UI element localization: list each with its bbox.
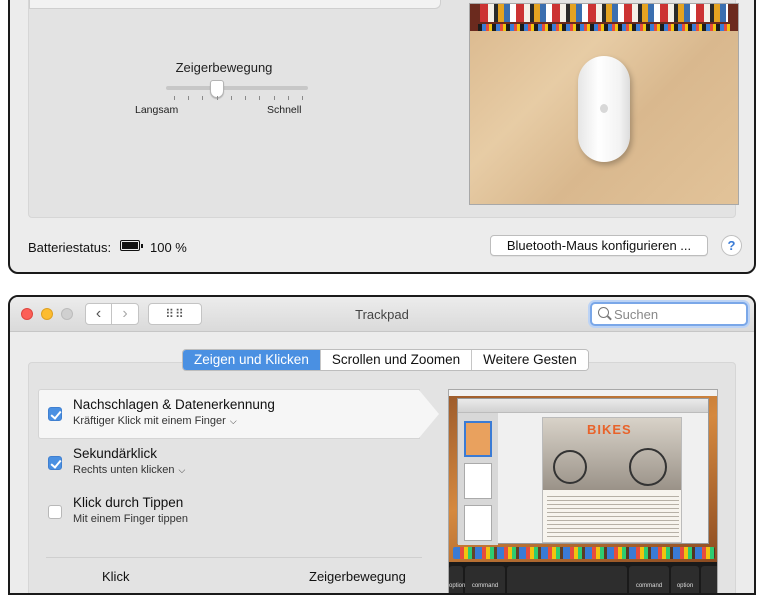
key-arrow <box>701 566 717 593</box>
dock-graphic <box>478 24 730 31</box>
option-title: Nachschlagen & Datenerkennung <box>73 397 275 412</box>
preview-thumbnail <box>464 463 492 499</box>
preview-document-title: BIKES <box>587 422 632 437</box>
pointer-speed-slider[interactable] <box>166 80 308 98</box>
tab-bar: Zeigen und Klicken Scrollen und Zoomen W… <box>182 349 589 371</box>
option-title: Klick durch Tippen <box>73 495 184 510</box>
tab-scroll-and-zoom[interactable]: Scrollen und Zoomen <box>319 350 472 370</box>
trackpad-preferences-window: ‹ › ⠿⠿ Trackpad Zeigen und Klicken Scrol… <box>8 295 756 595</box>
slider-tick <box>302 96 303 100</box>
bluetooth-mouse-setup-button[interactable]: Bluetooth-Maus konfigurieren ... <box>490 235 708 256</box>
gesture-preview-image: BIKES option command command option <box>448 389 718 593</box>
option-subtitle: Mit einem Finger tippen <box>73 513 188 525</box>
bicycle-wheel-graphic <box>629 448 667 486</box>
mouse-preview-image <box>469 3 739 205</box>
apple-logo-icon <box>600 104 608 113</box>
help-button[interactable]: ? <box>721 235 742 256</box>
option-bubble <box>29 0 441 9</box>
books-graphic <box>480 4 728 22</box>
option-subtitle-menu[interactable]: Rechts unten klicken ⌵ <box>73 464 185 476</box>
preview-thumbnail <box>464 505 492 541</box>
mouse-settings-panel: Zeigerbewegung Langsam Schnell <box>28 0 739 218</box>
preview-app-window-graphic: BIKES <box>457 398 709 545</box>
search-field[interactable] <box>590 302 748 326</box>
tap-to-click-checkbox[interactable] <box>48 505 62 519</box>
preview-text-columns <box>547 496 679 540</box>
desk-shelf-graphic <box>470 4 738 31</box>
key-left-option: option <box>449 566 465 593</box>
option-tap-to-click[interactable]: Klick durch Tippen Mit einem Finger tipp… <box>48 495 418 535</box>
slider-tick <box>273 96 275 100</box>
slider-tick <box>188 96 190 100</box>
magic-mouse-graphic <box>578 56 630 162</box>
slider-tick <box>202 96 204 100</box>
key-left-command: command <box>465 566 505 593</box>
bicycle-wheel-graphic <box>553 450 587 484</box>
tab-point-and-click[interactable]: Zeigen und Klicken <box>183 350 320 370</box>
chevron-down-icon: ⌵ <box>229 416 237 426</box>
slider-tick <box>174 96 175 100</box>
battery-icon <box>120 240 143 251</box>
slider-tick <box>287 96 289 100</box>
lookup-checkbox[interactable] <box>48 407 62 421</box>
search-input[interactable] <box>614 305 742 323</box>
slider-tick <box>245 96 247 100</box>
preview-menubar-graphic <box>449 390 717 396</box>
preview-sidebar-graphic <box>458 413 498 545</box>
battery-status-value: 100 % <box>150 240 187 255</box>
search-icon <box>598 307 609 318</box>
pointer-speed-max-label: Schnell <box>267 104 302 116</box>
title-bar: ‹ › ⠿⠿ Trackpad <box>10 297 754 332</box>
option-subtitle-menu[interactable]: Kräftiger Klick mit einem Finger ⌵ <box>73 415 237 427</box>
key-right-command: command <box>629 566 669 593</box>
secondary-click-checkbox[interactable] <box>48 456 62 470</box>
option-subtitle: Kräftiger Klick mit einem Finger <box>73 415 226 427</box>
key-space <box>507 566 627 593</box>
section-divider <box>46 557 422 558</box>
slider-tick <box>230 96 232 100</box>
pointer-speed-min-label: Langsam <box>135 104 179 116</box>
slider-tick <box>259 96 261 100</box>
option-title: Sekundärklick <box>73 446 158 461</box>
slider-tick <box>216 96 218 100</box>
pointer-speed-ticks <box>174 96 303 100</box>
preview-toolbar-graphic <box>458 399 708 413</box>
tracking-speed-label: Zeigerbewegung <box>309 569 406 584</box>
battery-status-label: Batteriestatus: <box>28 240 112 255</box>
chevron-down-icon: ⌵ <box>178 465 186 475</box>
preview-document-page: BIKES <box>542 417 682 543</box>
key-right-option: option <box>671 566 699 593</box>
click-pressure-label: Klick <box>102 569 130 584</box>
option-secondary-click[interactable]: Sekundärklick Rechts unten klicken ⌵ <box>48 446 418 486</box>
mouse-preferences-window: Zeigerbewegung Langsam Schnell Batteries… <box>8 0 756 274</box>
preview-hero-photo: BIKES <box>543 418 681 490</box>
option-lookup-data-detectors[interactable]: Nachschlagen & Datenerkennung Kräftiger … <box>48 397 418 437</box>
option-subtitle: Rechts unten klicken <box>73 464 175 476</box>
preview-dock-graphic <box>453 547 715 559</box>
pointer-speed-title: Zeigerbewegung <box>175 60 273 75</box>
preview-thumbnail-selected <box>464 421 492 457</box>
tab-more-gestures[interactable]: Weitere Gesten <box>471 350 588 370</box>
preview-keyboard-graphic: option command command option <box>449 562 717 593</box>
